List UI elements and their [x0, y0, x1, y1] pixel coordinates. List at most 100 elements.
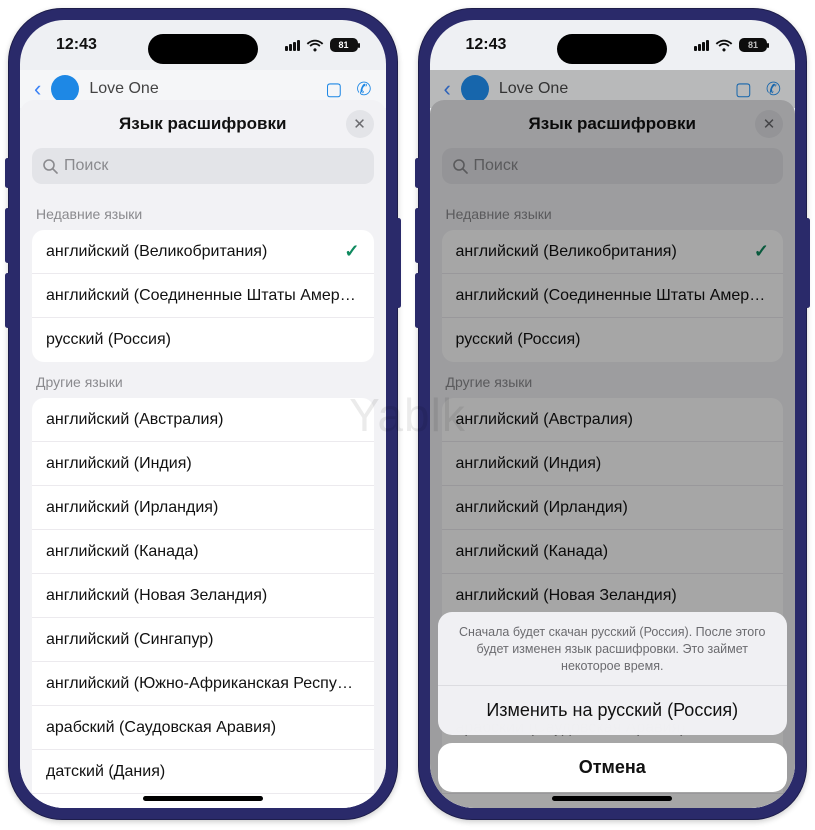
status-time: 12:43 [56, 36, 97, 54]
call-icon: ✆ [356, 79, 371, 100]
language-label: английский (Индия) [46, 455, 192, 473]
avatar [461, 75, 489, 103]
language-row[interactable]: английский (Соединенные Штаты Амери... [32, 274, 374, 318]
language-label: арабский (Саудовская Аравия) [46, 719, 276, 737]
languages-scroll[interactable]: Недавние языки английский (Великобритани… [20, 194, 386, 808]
language-row[interactable]: английский (Канада) [32, 530, 374, 574]
language-row[interactable]: английский (Индия) [442, 442, 784, 486]
language-label: английский (Новая Зеландия) [456, 587, 677, 605]
sheet-header: Язык расшифровки ✕ [20, 100, 386, 148]
language-label: английский (Соединенные Штаты Амери... [46, 287, 360, 305]
search-container [20, 148, 386, 194]
section-other-label: Другие языки [32, 362, 374, 398]
language-row[interactable]: английский (Австралия) [32, 398, 374, 442]
status-time: 12:43 [466, 36, 507, 54]
battery-icon: 81 [739, 38, 767, 52]
action-sheet-message: Сначала будет скачан русский (Россия). П… [438, 612, 788, 686]
stage: 12:43 81 ‹ Love One ▢ ✆ Язык расшифров [0, 0, 815, 828]
volume-up-button [415, 208, 420, 263]
volume-down-button [5, 273, 10, 328]
sheet-header: Язык расшифровки ✕ [430, 100, 796, 148]
battery-icon: 81 [330, 38, 358, 52]
language-row[interactable]: английский (Новая Зеландия) [32, 574, 374, 618]
language-row[interactable]: арабский (Саудовская Аравия) [32, 706, 374, 750]
confirm-change-button[interactable]: Изменить на русский (Россия) [438, 686, 788, 735]
language-label: иврит (Израиль) [456, 807, 577, 809]
language-label: английский (Ирландия) [46, 499, 218, 517]
language-label: английский (Соединенные Штаты Амери... [456, 287, 770, 305]
language-row[interactable]: английский (Великобритания) ✓ [442, 230, 784, 274]
close-button[interactable]: ✕ [755, 110, 783, 138]
section-other-label: Другие языки [442, 362, 784, 398]
language-row[interactable]: английский (Южно-Африканская Республ... [32, 662, 374, 706]
avatar [51, 75, 79, 103]
language-label: английский (Австралия) [46, 411, 223, 429]
language-row[interactable]: английский (Ирландия) [442, 486, 784, 530]
other-languages-card: английский (Австралия) английский (Индия… [32, 398, 374, 808]
wifi-icon [306, 39, 324, 52]
close-icon: ✕ [763, 115, 776, 133]
cancel-button[interactable]: Отмена [438, 743, 788, 792]
screen-right: 12:43 81 ‹ Love One ▢ ✆ Язык расшифров [430, 20, 796, 808]
home-indicator[interactable] [143, 796, 263, 801]
search-field[interactable] [32, 148, 374, 184]
language-row[interactable]: датский (Дания) [32, 750, 374, 794]
checkmark-icon: ✓ [754, 241, 769, 262]
language-label: английский (Ирландия) [456, 499, 628, 517]
chat-title: Love One [89, 80, 158, 98]
language-label: иврит (Израиль) [46, 807, 167, 809]
language-row[interactable]: английский (Соединенные Штаты Амери... [442, 274, 784, 318]
section-recent-label: Недавние языки [32, 194, 374, 230]
language-label: датский (Дания) [46, 763, 165, 781]
language-label: английский (Индия) [456, 455, 602, 473]
search-input[interactable] [64, 157, 364, 175]
video-icon: ▢ [735, 79, 752, 100]
section-recent-label: Недавние языки [442, 194, 784, 230]
language-row[interactable]: английский (Сингапур) [32, 618, 374, 662]
back-icon: ‹ [34, 76, 41, 102]
close-button[interactable]: ✕ [346, 110, 374, 138]
search-icon [42, 158, 58, 174]
language-row[interactable]: английский (Канада) [442, 530, 784, 574]
search-icon [452, 158, 468, 174]
action-sheet-card: Сначала будет скачан русский (Россия). П… [438, 612, 788, 735]
action-sheet: Сначала будет скачан русский (Россия). П… [438, 612, 788, 792]
search-input[interactable] [474, 157, 774, 175]
volume-up-button [5, 208, 10, 263]
wifi-icon [715, 39, 733, 52]
power-button [396, 218, 401, 308]
language-label: русский (Россия) [46, 331, 171, 349]
home-indicator[interactable] [552, 796, 672, 801]
phone-right: 12:43 81 ‹ Love One ▢ ✆ Язык расшифров [418, 8, 808, 820]
status-right: 81 [694, 38, 767, 52]
language-row[interactable]: русский (Россия) [32, 318, 374, 362]
language-row[interactable]: английский (Ирландия) [32, 486, 374, 530]
mute-switch [415, 158, 420, 188]
language-row[interactable]: русский (Россия) [442, 318, 784, 362]
recent-languages-card: английский (Великобритания) ✓ английский… [32, 230, 374, 362]
chat-title: Love One [499, 80, 568, 98]
checkmark-icon: ✓ [344, 241, 359, 262]
language-label: английский (Канада) [456, 543, 609, 561]
search-field[interactable] [442, 148, 784, 184]
header-actions: ▢ ✆ [735, 79, 781, 100]
video-icon: ▢ [325, 79, 342, 100]
sheet-title: Язык расшифровки [529, 114, 696, 134]
language-label: английский (Канада) [46, 543, 199, 561]
recent-languages-card: английский (Великобритания) ✓ английский… [442, 230, 784, 362]
language-row[interactable]: английский (Австралия) [442, 398, 784, 442]
back-icon: ‹ [444, 76, 451, 102]
language-label: английский (Великобритания) [46, 243, 267, 261]
dynamic-island [148, 34, 258, 64]
sheet-title: Язык расшифровки [119, 114, 286, 134]
search-container [430, 148, 796, 194]
language-row[interactable]: английский (Великобритания) ✓ [32, 230, 374, 274]
language-label: английский (Великобритания) [456, 243, 677, 261]
mute-switch [5, 158, 10, 188]
language-label: русский (Россия) [456, 331, 581, 349]
cellular-icon [694, 40, 709, 51]
language-label: английский (Австралия) [456, 411, 633, 429]
language-row[interactable]: английский (Индия) [32, 442, 374, 486]
volume-down-button [415, 273, 420, 328]
language-label: английский (Сингапур) [46, 631, 214, 649]
